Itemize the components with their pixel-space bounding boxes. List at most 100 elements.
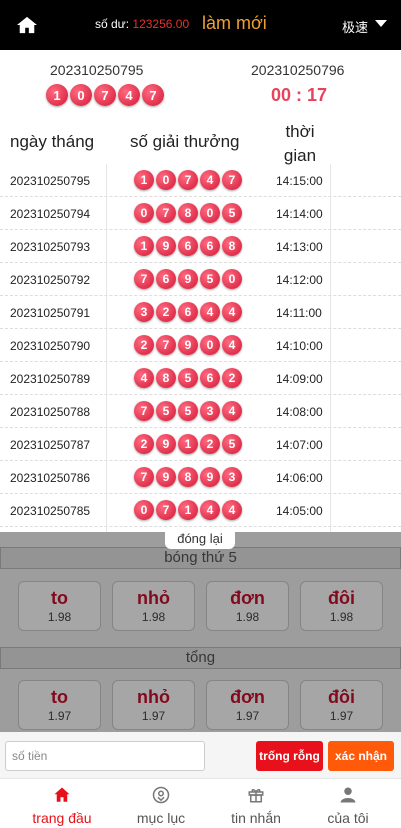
nav-item-profile[interactable]: của tôi xyxy=(298,779,398,828)
result-ball: 2 xyxy=(134,434,154,454)
round-id: 202310250793 xyxy=(10,240,91,254)
result-ball: 9 xyxy=(200,467,220,487)
countdown-timer: 00 : 17 xyxy=(271,85,328,105)
result-balls: 76950 xyxy=(134,269,242,289)
speed-selector[interactable]: 极速 xyxy=(342,17,368,36)
result-ball: 5 xyxy=(178,368,198,388)
result-ball: 4 xyxy=(134,368,154,388)
result-ball: 7 xyxy=(134,401,154,421)
table-row: 202310250786 7 9 8 9 3 14:06:00 xyxy=(0,461,401,494)
close-history-button[interactable]: đóng lại xyxy=(165,529,235,549)
result-ball: 2 xyxy=(156,302,176,322)
result-balls: 19668 xyxy=(134,236,242,256)
table-row: 202310250790 2 7 9 0 4 14:10:00 xyxy=(0,329,401,362)
round-id: 202310250788 xyxy=(10,405,91,419)
history-header: ngày tháng số giải thưởng thời gian xyxy=(0,112,401,165)
nav-label: mục lục xyxy=(136,810,186,826)
result-ball: 4 xyxy=(222,335,242,355)
result-ball: 6 xyxy=(178,236,198,256)
nav-item-messages[interactable]: tin nhắn xyxy=(206,779,306,828)
result-balls: 32644 xyxy=(134,302,242,322)
result-balls: 07805 xyxy=(134,203,242,223)
table-row: 202310250791 3 2 6 4 4 14:11:00 xyxy=(0,296,401,329)
result-ball: 9 xyxy=(156,467,176,487)
confirm-button[interactable]: xác nhận xyxy=(328,741,394,771)
result-balls: 48562 xyxy=(134,368,242,388)
result-ball: 4 xyxy=(118,84,140,106)
result-ball: 4 xyxy=(200,170,220,190)
gift-icon xyxy=(248,789,264,803)
result-ball: 7 xyxy=(156,335,176,355)
catalog-icon xyxy=(152,786,170,804)
result-ball: 7 xyxy=(222,170,242,190)
history-table: ngày tháng số giải thưởng thời gian 2023… xyxy=(0,112,401,532)
result-ball: 0 xyxy=(70,84,92,106)
result-ball: 8 xyxy=(222,236,242,256)
round-id: 202310250792 xyxy=(10,273,91,287)
round-id: 202310250785 xyxy=(10,504,91,518)
caret-down-icon[interactable] xyxy=(375,20,387,27)
nav-item-catalog[interactable]: mục lục xyxy=(111,779,211,828)
draw-time: 14:09:00 xyxy=(276,372,323,386)
result-ball: 1 xyxy=(134,170,154,190)
next-round-id: 202310250796 xyxy=(251,62,345,78)
result-ball: 9 xyxy=(178,335,198,355)
table-row: 202310250793 1 9 6 6 8 14:13:00 xyxy=(0,230,401,263)
result-ball: 4 xyxy=(222,302,242,322)
draw-time: 14:11:00 xyxy=(276,306,322,320)
result-ball: 4 xyxy=(222,500,242,520)
draw-time: 14:12:00 xyxy=(276,273,323,287)
nav-label: tin nhắn xyxy=(231,810,281,826)
history-rows: 202310250795 1 0 7 4 7 14:15:00 202310250794 0 7 8… xyxy=(0,164,401,527)
result-ball: 8 xyxy=(156,368,176,388)
result-balls: 07144 xyxy=(134,500,242,520)
round-id: 202310250789 xyxy=(10,372,91,386)
result-ball: 9 xyxy=(178,269,198,289)
previous-round-id: 202310250795 xyxy=(50,62,144,78)
clear-button[interactable]: trống rỗng xyxy=(256,741,323,771)
result-balls: 10747 xyxy=(134,170,242,190)
previous-round-balls: 1 0 7 4 7 xyxy=(46,84,164,106)
nav-label: của tôi xyxy=(327,810,369,826)
result-ball: 5 xyxy=(178,401,198,421)
bottom-nav: trang đầu mục lục tin nhắn của tôi xyxy=(0,778,401,828)
balance-label: số dư: xyxy=(95,17,130,31)
result-ball: 1 xyxy=(46,84,68,106)
result-ball: 3 xyxy=(200,401,220,421)
result-ball: 8 xyxy=(178,467,198,487)
draw-time: 14:13:00 xyxy=(276,240,323,254)
result-ball: 7 xyxy=(142,84,164,106)
result-ball: 5 xyxy=(222,203,242,223)
result-ball: 2 xyxy=(222,368,242,388)
time-column-header: thời gian xyxy=(283,122,317,165)
result-ball: 0 xyxy=(156,170,176,190)
round-id: 202310250790 xyxy=(10,339,91,353)
result-ball: 6 xyxy=(200,236,220,256)
result-balls: 75534 xyxy=(134,401,242,421)
dim-overlay[interactable] xyxy=(0,532,401,732)
home-icon xyxy=(54,787,70,802)
round-id: 202310250791 xyxy=(10,306,91,320)
result-ball: 7 xyxy=(94,84,116,106)
result-ball: 0 xyxy=(200,335,220,355)
nav-item-home[interactable]: trang đầu xyxy=(12,779,112,828)
round-id: 202310250787 xyxy=(10,438,91,452)
draw-time: 14:08:00 xyxy=(276,405,323,419)
home-icon[interactable] xyxy=(16,15,38,35)
result-ball: 4 xyxy=(222,401,242,421)
draw-time: 14:14:00 xyxy=(276,207,323,221)
draw-time: 14:05:00 xyxy=(276,504,323,518)
refresh-button[interactable]: làm mới xyxy=(202,13,267,34)
draw-time: 14:07:00 xyxy=(276,438,323,452)
result-ball: 6 xyxy=(178,302,198,322)
result-ball: 9 xyxy=(156,236,176,256)
table-row: 202310250792 7 6 9 5 0 14:12:00 xyxy=(0,263,401,296)
draw-time: 14:10:00 xyxy=(276,339,323,353)
balance-value: 123256.00 xyxy=(132,17,190,31)
user-icon xyxy=(340,787,356,803)
amount-input[interactable] xyxy=(5,741,205,771)
result-ball: 6 xyxy=(200,368,220,388)
result-ball: 7 xyxy=(156,500,176,520)
table-row: 202310250789 4 8 5 6 2 14:09:00 xyxy=(0,362,401,395)
table-row: 202310250794 0 7 8 0 5 14:14:00 xyxy=(0,197,401,230)
